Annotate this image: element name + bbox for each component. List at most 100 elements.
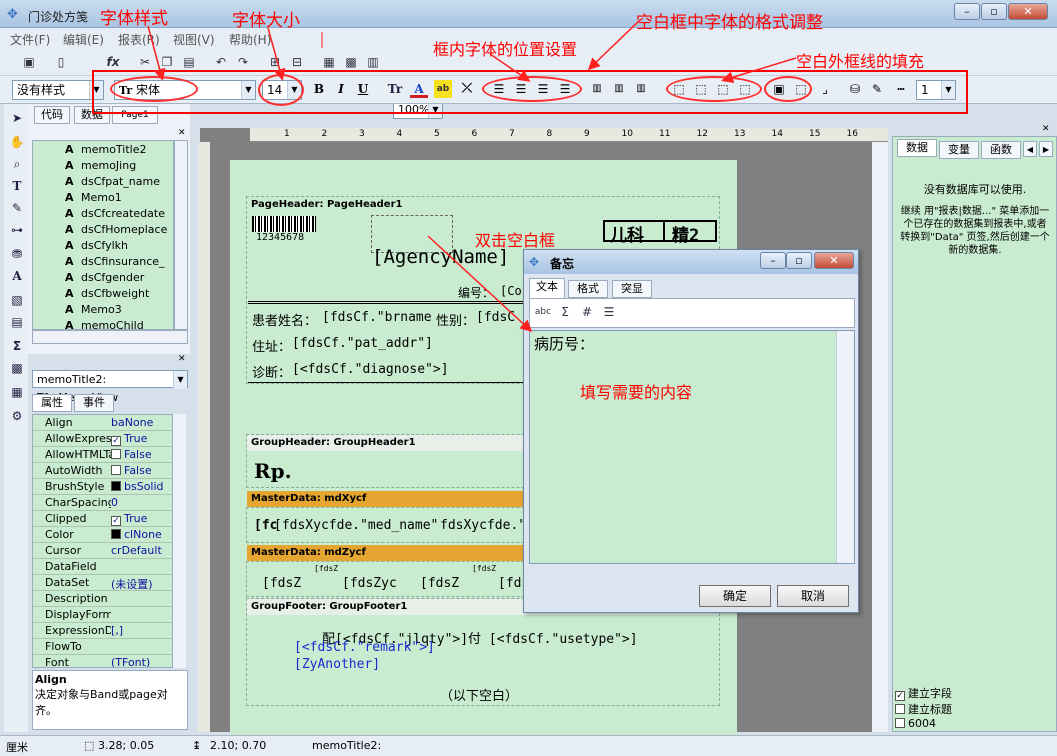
med2-col3[interactable]: [fdsZ [420,576,459,591]
save-icon[interactable]: ▣ [20,54,38,70]
tree-item[interactable]: AmemoTitle2 [65,143,147,156]
small-label2[interactable]: [fdsZ [472,564,496,573]
property-value[interactable]: (TFont) [111,656,150,667]
checkbox-icon[interactable]: ✓ [895,691,905,701]
cut-icon[interactable]: ✂ [136,54,154,70]
address-value[interactable]: [fdsCf."pat_addr"] [292,336,433,351]
dialog-tab-format[interactable]: 格式 [568,280,608,298]
maximize-button[interactable]: ▫ [981,3,1007,20]
property-value[interactable]: ✓ True [111,432,147,446]
tree-item[interactable]: A Memo3 [65,303,122,316]
property-value[interactable]: 0 [111,496,118,509]
property-value[interactable]: ✓ True [111,512,147,526]
tree-item[interactable]: AdsCfHomeplace [65,223,167,236]
pointer-icon[interactable]: ➤ [8,110,26,126]
property-row[interactable]: AllowHTMLTa False [33,447,185,463]
panel-close-icon[interactable]: ✕ [1042,124,1050,134]
tab-functions[interactable]: 函数 [981,141,1021,159]
tab-scroll-left[interactable]: ◀ [1023,141,1037,157]
tree-item[interactable]: AdsCfcreatedate [65,207,165,220]
tab-scroll-right[interactable]: ▶ [1039,141,1053,157]
property-check-icon[interactable]: ✓ [111,436,121,446]
property-row[interactable]: Color clNone [33,527,185,543]
property-check-icon[interactable] [111,529,121,539]
dialog-tab-highlight[interactable]: 突显 [612,280,652,298]
menu-edit[interactable]: 编辑(E) [63,31,104,48]
database-icon[interactable]: ⛃ [8,246,26,262]
tree-item[interactable]: AmemoJing [65,159,136,172]
memo-text-icon[interactable]: A [8,268,26,284]
dialog-maximize-button[interactable]: ▫ [786,252,812,269]
tab-data-tree[interactable]: 数据 [897,139,937,157]
tab-events[interactable]: 事件 [74,394,114,412]
aggregate-icon[interactable]: Σ [556,304,574,320]
tree-scrollbar[interactable] [174,140,188,330]
property-value[interactable]: (未设置) [111,576,153,592]
redo-icon[interactable]: ↷ [234,54,252,70]
menu-help[interactable]: 帮助(H) [229,31,271,48]
property-value[interactable]: [,] [111,624,123,637]
property-row[interactable]: DisplayForma [33,607,185,623]
property-value[interactable]: baNone [111,416,153,429]
property-value[interactable]: False [111,448,152,461]
menu-report[interactable]: 报表(R) [118,31,160,48]
property-value[interactable]: clNone [111,528,162,541]
tab-code[interactable]: 代码 [34,106,70,124]
check-6004[interactable]: 6004 [895,717,936,730]
memo-text-area[interactable]: 病历号： 填写需要的内容 [529,330,855,564]
panel-close-icon[interactable]: ✕ [178,128,186,138]
tree-item[interactable]: AdsCfgender [65,271,144,284]
format-painter-icon[interactable]: ✎ [8,200,26,216]
prop-scrollbar[interactable] [172,414,186,668]
footer-another[interactable]: [ZyAnother] [294,657,380,672]
property-row[interactable]: Description [33,591,185,607]
paste-icon[interactable]: ▤ [180,54,198,70]
canvas-scrollbar[interactable] [872,142,888,732]
property-row[interactable]: FlowTo [33,639,185,655]
checkbox-icon[interactable] [895,718,905,728]
band-icon[interactable]: ⊶ [8,222,26,238]
tree-item[interactable]: A Memo1 [65,191,122,204]
checkbox-icon[interactable] [895,704,905,714]
style-select[interactable]: 没有样式 ▼ [12,80,104,100]
footer-blank[interactable]: （以下空白） [440,685,518,704]
property-row[interactable]: BrushStyle bsSolid [33,479,185,495]
new-icon[interactable]: ▯ [52,54,70,70]
property-row[interactable]: Clipped ✓ True [33,511,185,527]
med1-col3[interactable]: fdsXycfde." [440,518,526,533]
property-row[interactable]: AllowExpressi✓True [33,431,185,447]
property-check-icon[interactable] [111,481,121,491]
dialog-minimize-button[interactable]: – [760,252,786,269]
memo-scrollbar[interactable] [836,331,854,563]
function-icon[interactable]: fx [104,54,122,70]
tab-variables[interactable]: 变量 [939,141,979,159]
object-selector[interactable]: memoTitle2: TfrxMemoView ▼ [32,370,188,404]
tools-icon[interactable]: ⚙ [8,408,26,424]
ok-button[interactable]: 确定 [699,585,771,607]
property-row[interactable]: AutoWidth False [33,463,185,479]
property-check-icon[interactable] [111,449,121,459]
tree-item[interactable]: AdsCfbweight [65,287,149,300]
text-icon[interactable]: T [8,178,26,194]
med1-col2[interactable]: [fdsXycfde."med_name" [274,518,438,533]
picture-icon[interactable]: ▧ [8,292,26,308]
property-row[interactable]: Cursor crDefault [33,543,185,559]
property-row[interactable]: Font (TFont) [33,655,185,667]
dialog-tab-text[interactable]: 文本 [529,278,565,298]
undo-icon[interactable]: ↶ [212,54,230,70]
panel-close-icon[interactable]: ✕ [178,354,186,364]
insert-field-icon[interactable]: abc [534,304,552,320]
tree-item[interactable]: AdsCfylkh [65,239,128,252]
property-row[interactable]: DataSet (未设置) [33,575,185,592]
format-number-icon[interactable]: # [578,304,596,320]
tree-scrollbar-h[interactable] [32,330,188,344]
patient-name-value[interactable]: [fdsCf."brname [322,310,432,325]
property-value[interactable]: crDefault [111,544,162,557]
diagnose-value[interactable]: [<fdsCf."diagnose">] [292,362,449,377]
menu-view[interactable]: 视图(V) [173,31,215,48]
word-wrap-icon[interactable]: ☰ [600,304,618,320]
copy-icon[interactable]: ❐ [158,54,176,70]
sum-icon[interactable]: Σ [8,338,26,354]
zoom-icon[interactable]: ⌕ [8,156,26,172]
med2-col2[interactable]: [fdsZyc [342,576,397,591]
